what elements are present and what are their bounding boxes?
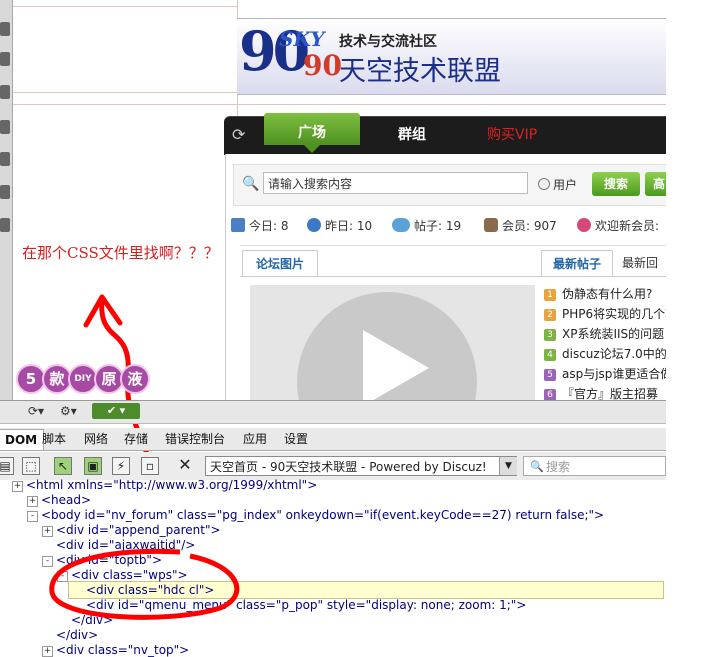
tool-icon[interactable] [0,85,10,99]
dom-node[interactable]: </div> [56,628,98,642]
nav-tab-plaza[interactable]: 广场 [264,113,360,153]
tab-newest-posts[interactable]: 最新帖子 [541,250,613,277]
dom-node[interactable]: <div class="nv_top"> [56,643,189,657]
expand-icon[interactable]: + [12,481,23,492]
tab-divider [240,276,666,277]
stat-yesterday: 昨日: 10 [307,217,372,234]
tool-icon[interactable] [0,218,10,232]
picture-player[interactable] [250,285,535,402]
tool-icon[interactable] [0,120,10,134]
heart-icon [577,218,591,232]
design-canvas-top [13,0,237,118]
annotation-circle [49,548,240,620]
post-item[interactable]: 3 XP系统装IIS的问题 [544,325,664,342]
stat-welcome: 欢迎新会员: [577,217,659,234]
post-item[interactable]: 2 PHP6将实现的几个转 [544,305,677,322]
status-check-icon[interactable]: ✔ ▾ [92,403,140,419]
tool-icon[interactable] [0,185,10,199]
tab-network[interactable]: 网络 [78,429,114,449]
expand-icon[interactable]: + [27,496,38,507]
refresh-icon[interactable]: ⟳ [232,126,250,144]
post-title-link[interactable]: discuz论坛7.0中的内 [562,347,679,361]
play-icon[interactable] [363,330,429,402]
devtools-search-input[interactable]: 搜索 [523,456,666,476]
stat-today: 今日: 8 [231,217,289,234]
expand-icon[interactable]: + [42,526,53,537]
search-input[interactable]: 请输入搜索内容 [263,172,528,194]
network-icon[interactable]: ⚙▾ [60,404,77,418]
tab-settings[interactable]: 设置 [278,429,314,449]
stat-posts: 帖子: 19 [392,217,461,234]
annotation-question: 在那个CSS文件里找啊？？？ [22,244,219,262]
refresh-icon[interactable]: ⟳▾ [28,404,44,418]
site-banner: 90 SKY 90 技术与交流社区 天空技术联盟 [237,18,667,95]
post-title-link[interactable]: 『官方』版主招募 [562,387,658,401]
search-button[interactable]: 搜索 [592,172,640,196]
post-rank-badge: 5 [544,369,556,381]
post-title-link[interactable]: XP系统装IIS的问题 [562,327,664,341]
banner-title: 天空技术联盟 [339,56,501,87]
ad-char: 液 [120,364,150,394]
banner-tagline: 技术与交流社区 [339,34,437,50]
post-item[interactable]: 5 asp与jsp谁更适合做 [544,365,672,382]
dom-view-icon[interactable]: ▤ [0,457,14,475]
document-select[interactable]: 天空首页 - 90天空技术联盟 - Powered by Discuz! [205,456,517,476]
chart-icon [231,218,245,232]
post-item[interactable]: 4 discuz论坛7.0中的内 [544,345,679,362]
tool-icon[interactable] [0,52,10,66]
dom-node[interactable]: <body id="nv_forum" class="pg_index" onk… [41,508,604,522]
select-element-icon[interactable]: ↖ [54,457,72,475]
inspect-icon[interactable]: ⬚ [22,457,40,475]
nav-tab-vip[interactable]: 购买VIP [487,116,537,154]
post-rank-badge: 2 [544,309,556,321]
nav-tab-groups[interactable]: 群组 [398,116,426,154]
search-icon: 🔍 [530,460,544,473]
post-rank-badge: 3 [544,329,556,341]
tab-apps[interactable]: 应用 [237,429,273,449]
post-rank-badge: 4 [544,349,556,361]
search-icon: 🔍 [242,176,260,192]
stat-members: 会员: 907 [484,217,557,234]
highlight-icon[interactable]: ⚡ [112,457,130,475]
ad-banner[interactable]: 5 款 DIY 原液 [14,362,152,400]
tab-error-console[interactable]: 错误控制台 [159,429,231,449]
clock-icon [307,218,321,232]
divider [240,245,666,246]
post-rank-badge: 1 [544,289,556,301]
design-left-toolbar [0,0,13,400]
logo-sky: SKY [279,27,325,51]
logo-90-red: 90 [303,49,342,82]
user-icon [484,218,498,232]
radio-circle-icon [538,178,550,190]
chevron-down-icon[interactable]: ▼ [499,457,517,475]
search-type-user-radio[interactable]: 用户 [538,176,577,193]
toggle-panel-icon[interactable]: ▣ [84,457,102,475]
close-icon[interactable]: ✕ [176,457,194,475]
guide-line [237,104,666,105]
tab-forum-pictures[interactable]: 论坛图片 [242,250,318,277]
devtools-top-bar: ⟳▾ ⚙▾ ✔ ▾ [0,400,666,424]
tool-icon[interactable] [0,152,10,166]
post-title-link[interactable]: PHP6将实现的几个转 [562,307,677,321]
tab-script[interactable]: 脚本 [36,429,72,449]
dom-node[interactable]: <div id="append_parent"> [56,523,221,537]
radio-label: 用户 [553,178,578,192]
dom-node[interactable]: <head> [41,493,91,507]
post-title-link[interactable]: 伪静态有什么用? [562,287,652,301]
dom-node[interactable]: <html xmlns="http://www.w3.org/1999/xhtm… [26,478,317,492]
box-model-icon[interactable]: ▫ [141,457,159,475]
tool-icon[interactable] [0,22,10,36]
chat-bubble-icon [392,218,410,232]
post-title-link[interactable]: asp与jsp谁更适合做 [562,367,672,381]
right-margin [666,0,720,652]
collapse-icon[interactable]: - [27,511,38,522]
tab-storage[interactable]: 存储 [118,429,154,449]
post-item[interactable]: 1 伪静态有什么用? [544,285,652,302]
